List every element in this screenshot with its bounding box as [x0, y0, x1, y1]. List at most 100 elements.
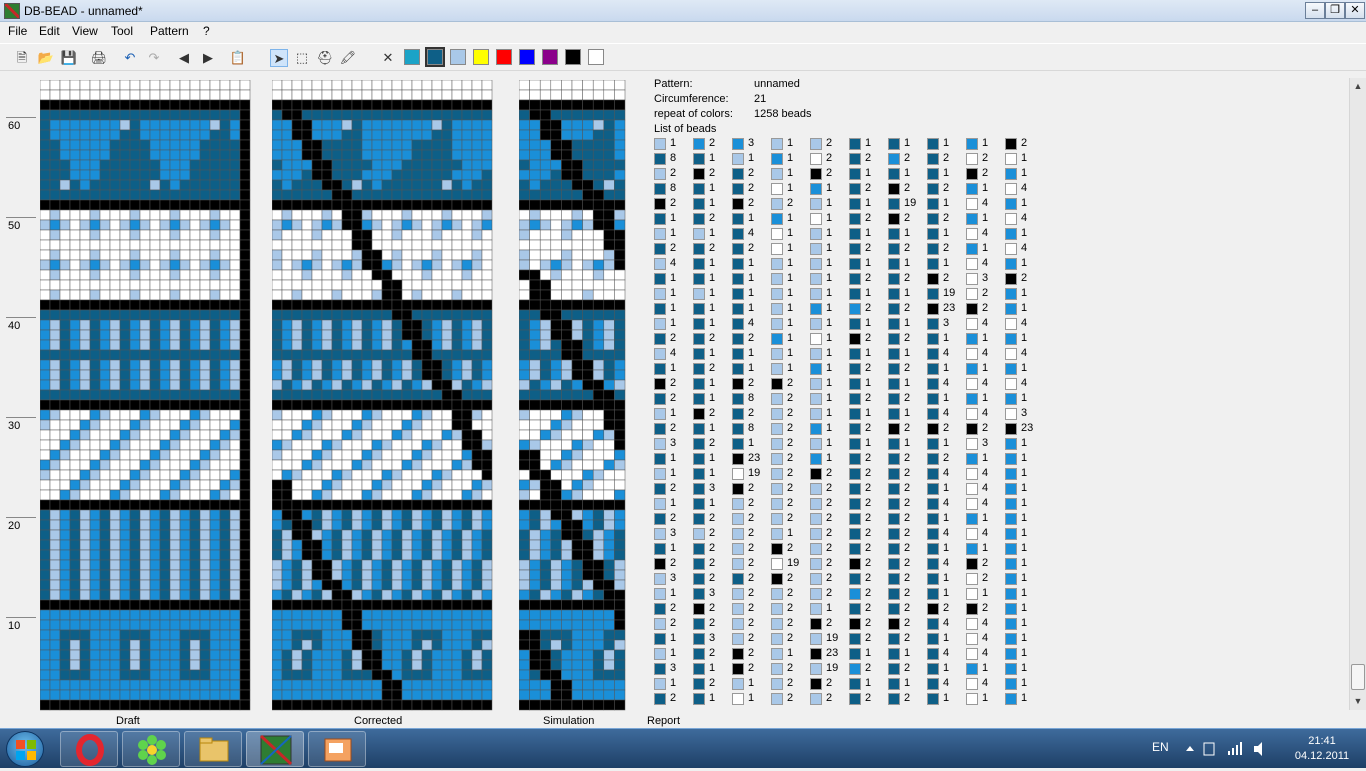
bead-cell	[179, 559, 191, 571]
bead-count: 2	[826, 152, 833, 164]
bead-cell	[139, 639, 151, 651]
bead-cell	[209, 129, 221, 141]
palette-swatch-7[interactable]	[542, 49, 558, 65]
bead-cell	[179, 659, 191, 671]
prev-button[interactable]: ◀	[175, 49, 193, 67]
taskbar-app[interactable]	[308, 731, 366, 767]
bead-cell	[69, 689, 81, 701]
bead-cell	[149, 279, 161, 291]
bead-cell	[189, 509, 201, 521]
language-indicator[interactable]: EN	[1152, 740, 1169, 754]
save-button[interactable]: 💾	[60, 49, 78, 67]
bead-cell	[401, 689, 413, 701]
scroll-up-icon[interactable]: ▲	[1350, 78, 1366, 94]
bead-count: 4	[982, 527, 989, 539]
close-button[interactable]: ✕	[1345, 2, 1365, 19]
bead-cell	[421, 449, 433, 461]
select-tool[interactable]: ⬚	[293, 49, 311, 67]
menu-edit[interactable]: Edit	[39, 24, 60, 38]
arrow-right-icon: ▶	[203, 50, 213, 65]
bead-count: 1	[826, 272, 833, 284]
new-button[interactable]: 🗎	[13, 49, 31, 67]
bead-cell	[471, 499, 483, 511]
bead-cell	[321, 539, 333, 551]
scroll-down-icon[interactable]: ▼	[1350, 693, 1366, 709]
start-button[interactable]	[6, 731, 44, 767]
clipboard-button[interactable]: 📋	[229, 49, 247, 67]
simulation-grid[interactable]	[519, 80, 626, 712]
palette-swatch-9[interactable]	[588, 49, 604, 65]
bead-cell	[421, 509, 433, 521]
next-button[interactable]: ▶	[199, 49, 217, 67]
corrected-grid[interactable]	[272, 80, 494, 712]
bead-cell	[219, 269, 231, 281]
bead-swatch	[693, 453, 705, 465]
menu-help[interactable]: ?	[203, 24, 210, 38]
menu-tool[interactable]: Tool	[111, 24, 133, 38]
print-button[interactable]: 🖨	[90, 49, 108, 67]
bead-cell	[431, 409, 443, 421]
bead-cell	[301, 319, 313, 331]
bead-cell	[301, 659, 313, 671]
bead-count: 2	[904, 587, 911, 599]
bead-count: 1	[943, 482, 950, 494]
undo-button[interactable]: ↶	[121, 49, 139, 67]
bead-swatch	[888, 423, 900, 435]
bead-count: 1	[982, 662, 989, 674]
palette-swatch-6[interactable]	[519, 49, 535, 65]
bead-cell	[431, 359, 443, 371]
bead-cell	[291, 229, 303, 241]
bead-cell	[89, 119, 101, 131]
bead-cell	[441, 589, 453, 601]
draft-grid[interactable]	[40, 80, 252, 712]
bead-cell	[49, 159, 61, 171]
delete-color-button[interactable]: ✕	[379, 49, 397, 67]
bead-cell	[603, 179, 615, 191]
taskbar-opera[interactable]	[60, 731, 118, 767]
open-button[interactable]: 📂	[37, 49, 55, 67]
vertical-scrollbar[interactable]: ▲ ▼	[1349, 78, 1366, 710]
bead-cell	[571, 679, 583, 691]
bead-cell	[311, 539, 323, 551]
bead-count: 1	[748, 212, 755, 224]
minimize-button[interactable]: –	[1305, 2, 1325, 19]
bead-cell	[291, 579, 303, 591]
menu-pattern[interactable]: Pattern	[150, 24, 189, 38]
bead-cell	[391, 309, 403, 321]
bead-cell	[529, 289, 541, 301]
menu-view[interactable]: View	[72, 24, 98, 38]
restore-button[interactable]: ❐	[1325, 2, 1345, 19]
bead-cell	[40, 399, 51, 411]
bead-cell	[614, 539, 626, 551]
bead-cell	[519, 569, 530, 581]
pointer-tool[interactable]: ➤	[270, 49, 288, 67]
clock[interactable]: 21:41 04.12.2011	[1292, 734, 1352, 764]
palette-swatch-4[interactable]	[473, 49, 489, 65]
taskbar-icq[interactable]	[122, 731, 180, 767]
bead-cell	[529, 99, 541, 111]
bead-cell	[59, 209, 71, 221]
bead-cell	[571, 699, 583, 711]
bead-cell	[99, 349, 111, 361]
fill-tool[interactable]: ⛑	[316, 49, 334, 67]
palette-swatch-1[interactable]	[404, 49, 420, 65]
palette-swatch-8[interactable]	[565, 49, 581, 65]
menu-file[interactable]: File	[8, 24, 27, 38]
taskbar-dbbead[interactable]	[246, 731, 304, 767]
bead-cell	[539, 319, 552, 331]
bead-cell	[431, 389, 443, 401]
taskbar-explorer[interactable]	[184, 731, 242, 767]
bead-swatch	[888, 273, 900, 285]
palette-swatch-5[interactable]	[496, 49, 512, 65]
bead-cell	[40, 379, 51, 391]
bead-cell	[411, 109, 423, 121]
palette-swatch-3[interactable]	[450, 49, 466, 65]
palette-swatch-2[interactable]	[425, 47, 445, 67]
bead-cell	[199, 129, 211, 141]
bead-count: 1	[826, 332, 833, 344]
bead-cell	[149, 389, 161, 401]
redo-button[interactable]: ↷	[145, 49, 163, 67]
eyedropper-tool[interactable]: 🖍	[339, 49, 357, 67]
scroll-thumb[interactable]	[1351, 664, 1365, 690]
bead-cell	[471, 569, 483, 581]
